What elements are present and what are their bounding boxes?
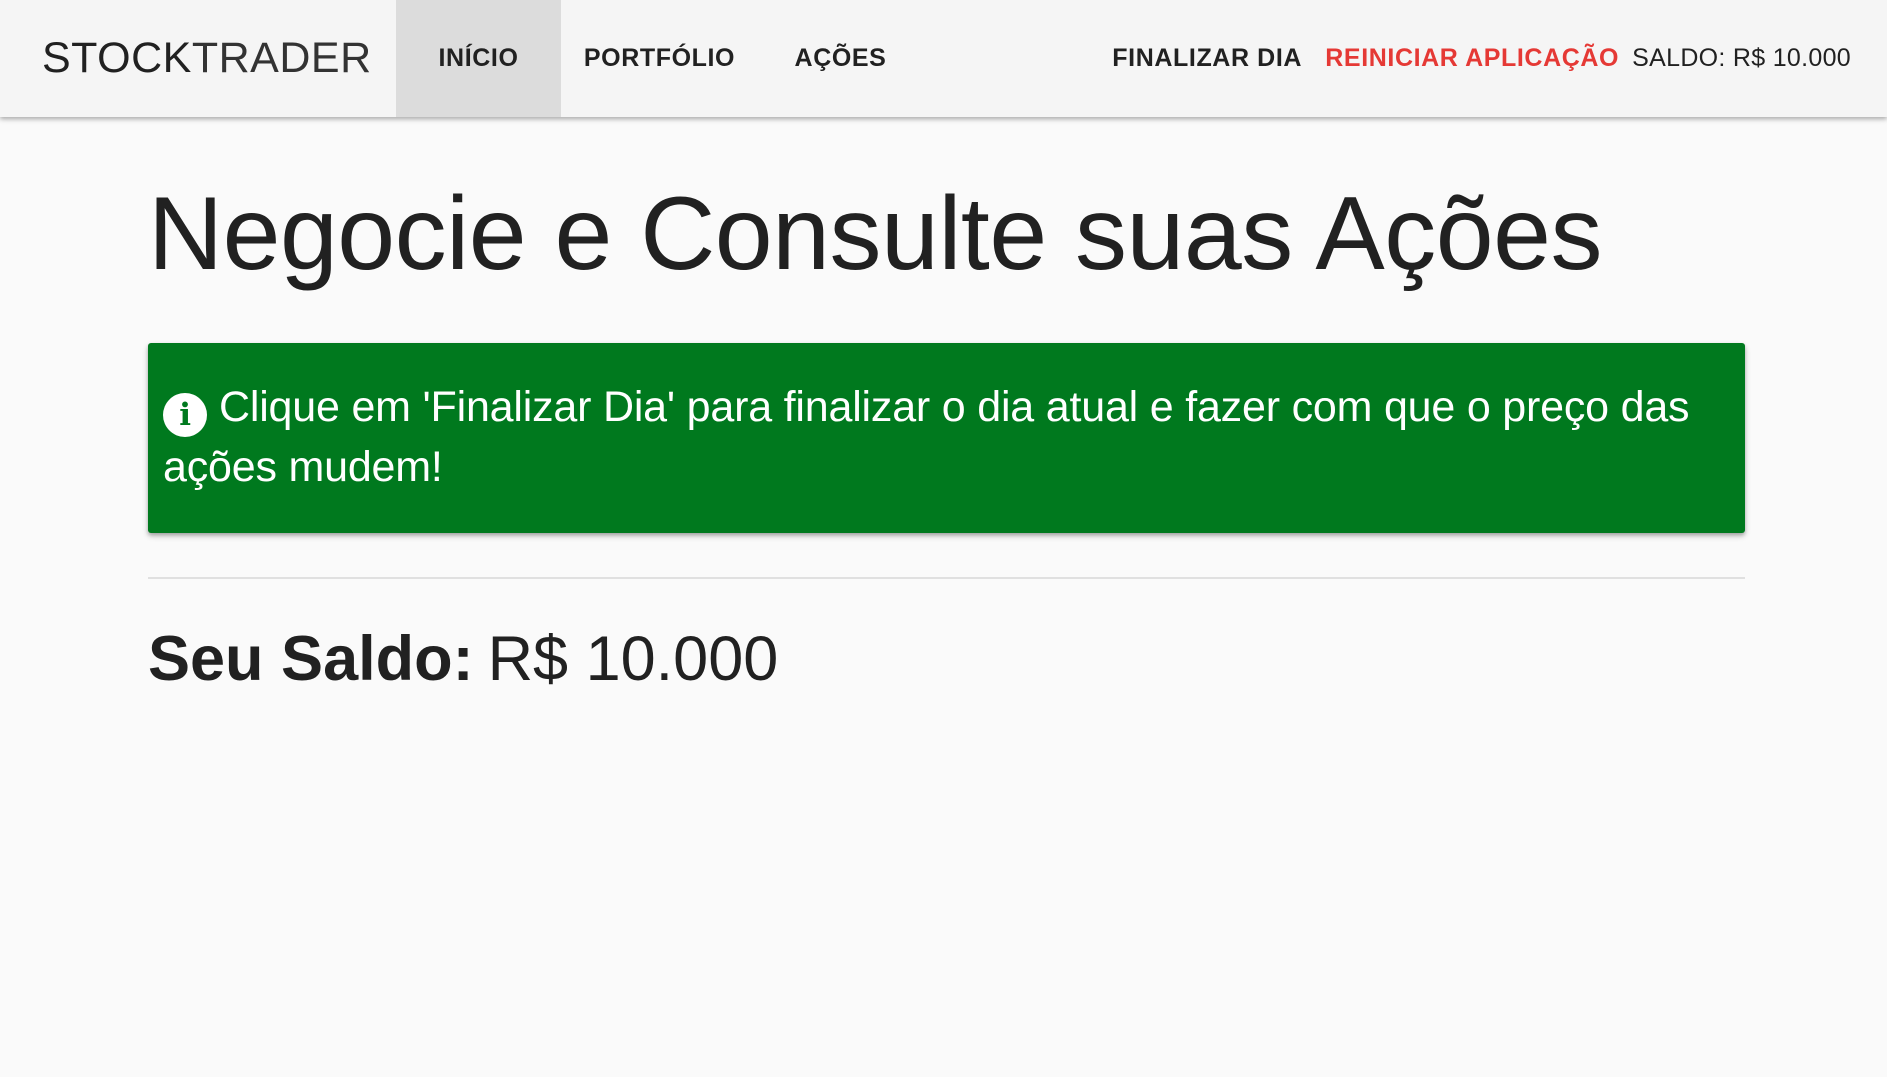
brand-logo-part1: STOCK — [42, 34, 192, 82]
toolbar-balance: SALDO: R$ 10.000 — [1632, 44, 1851, 72]
top-toolbar: STOCK TRADER INÍCIO PORTFÓLIO AÇÕES FINAL… — [0, 0, 1887, 117]
main-nav: INÍCIO PORTFÓLIO AÇÕES — [396, 0, 923, 117]
nav-item-inicio[interactable]: INÍCIO — [396, 0, 561, 117]
info-alert-text: Clique em 'Finalizar Dia' para finalizar… — [163, 383, 1690, 492]
balance-display: Seu Saldo: R$ 10.000 — [148, 623, 1745, 695]
reset-app-button[interactable]: REINICIAR APLICAÇÃO — [1322, 0, 1622, 117]
balance-value: R$ 10.000 — [487, 624, 779, 695]
page-title: Negocie e Consulte suas Ações — [148, 176, 1602, 292]
balance-label: Seu Saldo: — [148, 624, 474, 695]
nav-item-portfolio[interactable]: PORTFÓLIO — [561, 0, 758, 117]
divider — [148, 577, 1745, 580]
brand-logo[interactable]: STOCK TRADER — [0, 0, 396, 117]
main-content: Negocie e Consulte suas Ações i Clique em… — [148, 117, 1745, 695]
nav-item-acoes[interactable]: AÇÕES — [758, 0, 923, 117]
actions-nav: FINALIZAR DIA REINICIAR APLICAÇÃO SALDO:… — [1092, 0, 1887, 117]
brand-logo-part2: TRADER — [191, 34, 372, 82]
end-day-button[interactable]: FINALIZAR DIA — [1092, 0, 1322, 117]
info-circle-icon: i — [163, 393, 207, 438]
info-alert: i Clique em 'Finalizar Dia' para finaliza… — [148, 343, 1745, 534]
